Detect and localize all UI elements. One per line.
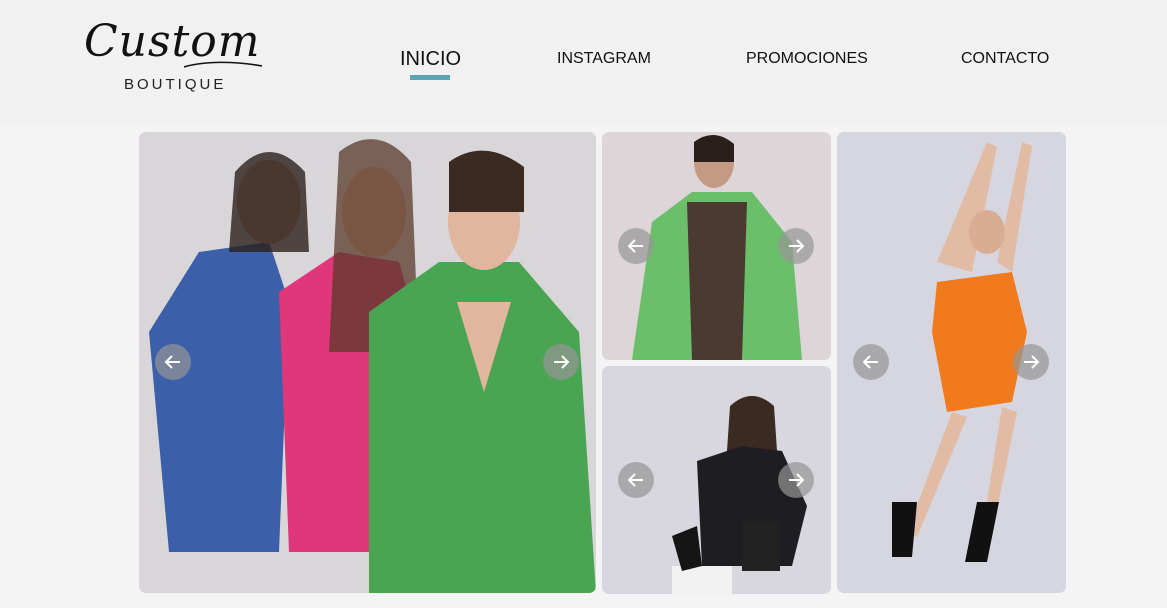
- carousel-prev-button[interactable]: [618, 228, 654, 264]
- logo-subtitle: BOUTIQUE: [124, 76, 227, 93]
- arrow-left-icon: [627, 239, 643, 253]
- nav-active-indicator: [410, 75, 450, 80]
- arrow-right-icon: [789, 239, 805, 253]
- gallery-card-green-blazer: [602, 132, 831, 360]
- nav-item-contacto[interactable]: CONTACTO: [961, 50, 1049, 68]
- carousel-next-button[interactable]: [778, 462, 814, 498]
- arrow-left-icon: [862, 355, 878, 369]
- carousel-next-button[interactable]: [1013, 344, 1049, 380]
- carousel-prev-button[interactable]: [618, 462, 654, 498]
- gallery-card-orange-dress: [837, 132, 1066, 593]
- carousel-next-button[interactable]: [778, 228, 814, 264]
- carousel-next-button[interactable]: [543, 344, 579, 380]
- nav-item-instagram[interactable]: INSTAGRAM: [557, 50, 651, 68]
- carousel-prev-button[interactable]: [155, 344, 191, 380]
- carousel-prev-button[interactable]: [853, 344, 889, 380]
- nav-item-inicio[interactable]: INICIO: [400, 48, 461, 71]
- arrow-left-icon: [164, 355, 180, 369]
- gallery-card-three-women: [139, 132, 596, 593]
- arrow-right-icon: [554, 355, 570, 369]
- brand-logo[interactable]: Custom BOUTIQUE: [84, 14, 264, 98]
- photo-three-women-blazers: [139, 132, 596, 593]
- arrow-left-icon: [627, 473, 643, 487]
- arrow-right-icon: [1024, 355, 1040, 369]
- site-header: Custom BOUTIQUE INICIO INSTAGRAM PROMOCI…: [0, 0, 1167, 125]
- arrow-right-icon: [789, 473, 805, 487]
- logo-swash-icon: [184, 61, 263, 68]
- nav-item-promociones[interactable]: PROMOCIONES: [746, 50, 868, 68]
- gallery-card-black-jacket: [602, 366, 831, 594]
